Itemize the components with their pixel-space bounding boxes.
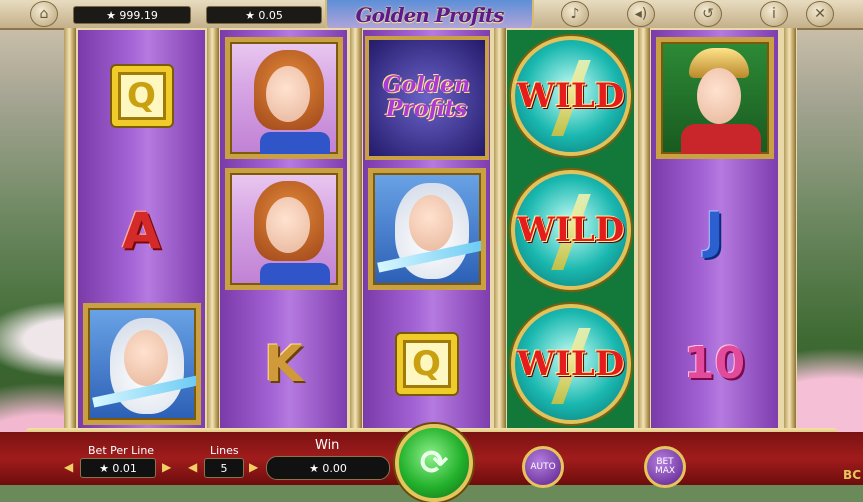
wild-symbol: WILD xyxy=(510,169,631,290)
lines-increase-icon[interactable]: ▶ xyxy=(249,460,258,474)
logo-symbol: Golden Profits xyxy=(364,35,489,160)
history-icon[interactable]: ↺ xyxy=(694,1,722,27)
sound-icon[interactable]: ◂) xyxy=(627,1,655,27)
reel-1: Q A xyxy=(78,30,205,430)
goddess-portrait xyxy=(224,36,343,159)
symbol-k: K xyxy=(264,334,303,393)
symbol-hermes xyxy=(651,32,778,163)
symbol-ten: 10 xyxy=(683,337,746,389)
corner-badge: BC xyxy=(843,468,861,482)
top-bar: ⌂ ★ 999.19 ★ 0.05 Golden Profits ♪ ◂) ↺ … xyxy=(0,0,863,32)
bet-increase-icon[interactable]: ▶ xyxy=(162,460,171,474)
lines-label: Lines xyxy=(210,444,239,457)
symbol-q: Q xyxy=(78,30,205,161)
reel-2: K xyxy=(220,30,347,430)
balance-display: ★ 999.19 xyxy=(73,6,191,24)
pillar xyxy=(350,28,362,432)
stake-display: ★ 0.05 xyxy=(206,6,322,24)
home-icon[interactable]: ⌂ xyxy=(30,1,58,27)
reel-5: J 10 xyxy=(651,30,778,430)
lines-decrease-icon[interactable]: ◀ xyxy=(188,460,197,474)
wild-symbol: WILD xyxy=(510,303,631,424)
bet-max-button[interactable]: BET MAX xyxy=(644,446,686,488)
pillar xyxy=(207,28,219,432)
auto-button[interactable]: AUTO xyxy=(522,446,564,488)
wild-symbol: WILD xyxy=(510,35,631,156)
goddess-portrait xyxy=(224,167,343,290)
bet-decrease-icon[interactable]: ◀ xyxy=(64,460,73,474)
pillar xyxy=(64,28,76,432)
win-value: ★ 0.00 xyxy=(266,456,390,480)
symbol-zeus xyxy=(363,163,490,294)
reel-4: WILD WILD WILD xyxy=(507,30,634,430)
lines-value: 5 xyxy=(204,458,244,478)
symbol-logo: Golden Profits xyxy=(363,32,490,163)
symbol-j: J xyxy=(705,201,724,260)
symbol-wild: WILD xyxy=(507,164,634,295)
pillar xyxy=(638,28,650,432)
hermes-portrait xyxy=(655,36,774,159)
zeus-portrait xyxy=(82,302,201,425)
spin-icon: ⟳ xyxy=(419,443,449,483)
symbol-wild: WILD xyxy=(507,30,634,161)
pillar xyxy=(784,28,796,432)
music-icon[interactable]: ♪ xyxy=(561,1,589,27)
close-icon[interactable]: ✕ xyxy=(806,1,834,27)
spin-button[interactable]: ⟳ xyxy=(395,424,473,502)
zeus-portrait xyxy=(367,167,486,290)
info-icon[interactable]: i xyxy=(760,1,788,27)
symbol-goddess xyxy=(220,32,347,163)
symbol-zeus xyxy=(78,298,205,429)
symbol-a: A xyxy=(122,201,161,260)
symbol-q: Q xyxy=(363,298,490,429)
win-label: Win xyxy=(315,438,340,453)
bet-per-line-label: Bet Per Line xyxy=(88,444,155,457)
symbol-goddess xyxy=(220,163,347,294)
reel-3: Golden Profits Q xyxy=(363,30,490,430)
pillar xyxy=(494,28,506,432)
symbol-wild: WILD xyxy=(507,298,634,429)
bet-per-line-value: ★ 0.01 xyxy=(80,458,156,478)
